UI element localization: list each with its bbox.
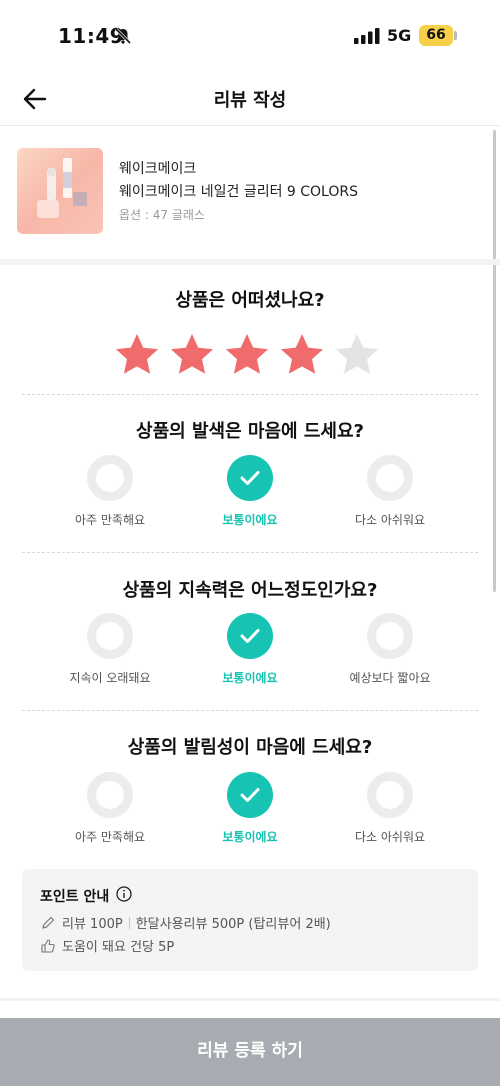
radio-checked-icon[interactable] [227,455,273,501]
pencil-icon [42,916,55,929]
question-title-longevity: 상품의 지속력은 어느정도인가요? [122,580,378,601]
radio-unchecked-icon[interactable] [87,772,133,818]
radio-unchecked-icon[interactable] [87,455,133,501]
dashed-divider [22,710,478,711]
option-label: 다소 아쉬워요 [354,513,426,527]
option-2-2[interactable]: 다소 아쉬워요 [320,772,460,848]
option-0-2[interactable]: 다소 아쉬워요 [320,455,460,531]
star-2-icon[interactable] [169,332,215,378]
option-label: 예상보다 짧아요 [349,671,431,685]
page-title: 리뷰 작성 [213,90,287,111]
star-1-icon[interactable] [114,332,160,378]
check-icon [240,788,260,802]
battery-cap [454,31,457,40]
option-label: 지속이 오래돼요 [69,671,151,685]
app-header: 리뷰 작성 [0,72,500,126]
star-3-icon[interactable] [224,332,270,378]
point-info-box: 포인트 안내 리뷰 100P 한달사용리뷰 500P (탑리뷰어 2배) 도움이… [22,869,478,971]
option-0-0[interactable]: 아주 만족해요 [40,455,180,531]
signal-icon [354,28,380,44]
question-title-color: 상품의 발색은 마음에 드세요? [136,421,364,442]
option-2-0[interactable]: 아주 만족해요 [40,772,180,848]
helpful-points: 도움이 돼요 건당 5P [62,940,175,955]
battery-indicator: 66 [419,25,453,46]
product-option: 옵션 : 47 글래스 [119,208,205,222]
option-2-1[interactable]: 보통이에요 [180,772,320,848]
question-title-application: 상품의 발림성이 마음에 드세요? [127,737,373,758]
bottom-divider [0,998,500,1001]
point-info-title: 포인트 안내 [40,889,110,905]
status-bar: 11:49 5G 66 [0,0,500,72]
option-label: 보통이에요 [222,671,278,685]
product-summary: 웨이크메이크 웨이크메이크 네일건 글리터 9 COLORS 옵션 : 47 글… [0,127,500,259]
option-label: 보통이에요 [222,513,278,527]
product-name: 웨이크메이크 네일건 글리터 9 COLORS [119,184,358,200]
radio-unchecked-icon[interactable] [367,455,413,501]
thumbs-up-icon [41,938,55,953]
option-1-1[interactable]: 보통이에요 [180,613,320,689]
dashed-divider [22,552,478,553]
star-rating [0,332,500,378]
check-icon [240,629,260,643]
check-icon [240,471,260,485]
option-label: 보통이에요 [222,830,278,844]
dashed-divider [22,394,478,395]
bell-muted-icon [114,27,132,45]
helpful-points-line: 도움이 돼요 건당 5P [40,936,174,955]
info-icon[interactable] [116,886,132,902]
submit-review-button[interactable]: 리뷰 등록 하기 [0,1018,500,1086]
product-brand: 웨이크메이크 [119,161,197,177]
review-points: 리뷰 100P [62,917,123,932]
month-review-points: 한달사용리뷰 500P (탑리뷰어 2배) [135,917,331,932]
radio-unchecked-icon[interactable] [367,772,413,818]
option-1-2[interactable]: 예상보다 짧아요 [320,613,460,689]
option-1-0[interactable]: 지속이 오래돼요 [40,613,180,689]
section-divider [0,259,500,265]
option-label: 아주 만족해요 [74,830,146,844]
product-thumbnail [17,148,103,234]
rating-question: 상품은 어떠셨나요? [175,290,325,311]
star-4-icon[interactable] [279,332,325,378]
radio-unchecked-icon[interactable] [87,613,133,659]
review-points-line: 리뷰 100P 한달사용리뷰 500P (탑리뷰어 2배) [40,913,331,932]
option-0-1[interactable]: 보통이에요 [180,455,320,531]
radio-checked-icon[interactable] [227,772,273,818]
network-label: 5G [387,26,412,45]
radio-unchecked-icon[interactable] [367,613,413,659]
star-5-icon[interactable] [334,332,380,378]
separator [128,916,130,929]
option-label: 다소 아쉬워요 [354,830,426,844]
radio-checked-icon[interactable] [227,613,273,659]
option-label: 아주 만족해요 [74,513,146,527]
